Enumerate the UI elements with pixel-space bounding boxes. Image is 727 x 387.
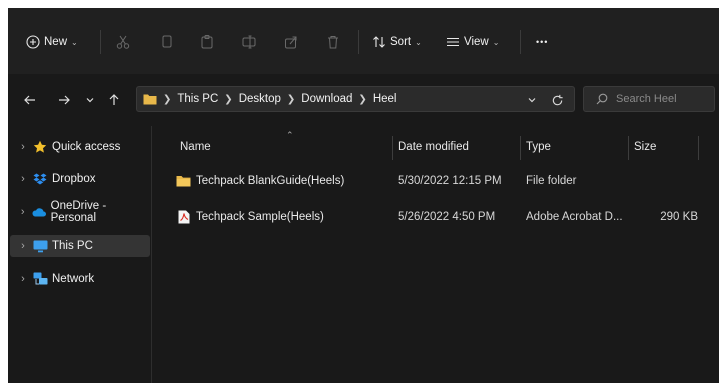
star-icon bbox=[32, 140, 48, 154]
breadcrumb-separator-icon: ❯ bbox=[358, 93, 367, 105]
plus-circle-icon bbox=[26, 35, 40, 49]
breadcrumb-separator-icon: ❯ bbox=[224, 93, 233, 105]
column-divider[interactable] bbox=[392, 136, 393, 160]
navigation-bar: ❯ This PC ❯ Desktop ❯ Download ❯ Heel bbox=[8, 82, 719, 118]
address-history-chevron-icon[interactable] bbox=[527, 95, 537, 105]
sidebar-item-dropbox[interactable]: › Dropbox bbox=[10, 168, 150, 190]
back-button[interactable] bbox=[20, 90, 40, 110]
file-row[interactable]: Techpack Sample(Heels) 5/26/2022 4:50 PM… bbox=[166, 205, 714, 229]
column-header-size[interactable]: Size bbox=[634, 134, 694, 160]
chevron-down-icon: ⌄ bbox=[492, 37, 500, 47]
sidebar-item-network[interactable]: › Network bbox=[10, 268, 150, 290]
breadcrumb-separator-icon: ❯ bbox=[286, 93, 296, 105]
file-date-modified: 5/26/2022 4:50 PM bbox=[398, 211, 496, 223]
file-size bbox=[646, 169, 698, 193]
search-input[interactable] bbox=[616, 93, 706, 105]
file-explorer-window: New ⌄ Sort ⌄ View ⌄ ••• ❯ This PC ❯ Desk… bbox=[8, 8, 719, 383]
breadcrumb-this-pc[interactable]: This PC bbox=[177, 93, 218, 105]
rename-icon[interactable] bbox=[240, 33, 258, 51]
column-divider[interactable] bbox=[698, 136, 699, 160]
address-bar[interactable]: ❯ This PC ❯ Desktop ❯ Download ❯ Heel bbox=[136, 86, 575, 112]
sidebar-item-label: Dropbox bbox=[52, 173, 96, 185]
share-icon[interactable] bbox=[282, 33, 300, 51]
expand-chevron-icon[interactable]: › bbox=[16, 141, 30, 153]
column-header-name[interactable]: Name bbox=[180, 134, 390, 160]
toolbar-divider bbox=[100, 30, 101, 54]
file-name: Techpack BlankGuide(Heels) bbox=[196, 175, 345, 187]
chevron-down-icon: ⌄ bbox=[415, 37, 422, 47]
file-list: Name ⌃ Date modified Type Size Techpack … bbox=[158, 126, 719, 383]
search-box[interactable] bbox=[583, 86, 715, 112]
column-divider[interactable] bbox=[520, 136, 521, 160]
breadcrumb-separator-icon: ❯ bbox=[163, 93, 172, 105]
file-date-modified: 5/30/2022 12:15 PM bbox=[398, 175, 502, 187]
file-row[interactable]: Techpack BlankGuide(Heels) 5/30/2022 12:… bbox=[166, 169, 714, 193]
view-lines-icon bbox=[447, 37, 459, 47]
network-icon bbox=[32, 272, 48, 286]
up-button[interactable] bbox=[104, 90, 124, 110]
column-divider[interactable] bbox=[628, 136, 629, 160]
expand-chevron-icon[interactable]: › bbox=[16, 173, 30, 185]
column-header-label: Name bbox=[180, 141, 211, 153]
view-button-label: View bbox=[464, 36, 489, 48]
paste-icon[interactable] bbox=[198, 33, 216, 51]
sort-button[interactable]: Sort ⌄ bbox=[372, 32, 422, 52]
toolbar-divider bbox=[520, 30, 521, 54]
sort-button-label: Sort bbox=[390, 36, 412, 48]
file-type: Adobe Acrobat D... bbox=[526, 211, 623, 223]
sidebar-item-label: OneDrive - Personal bbox=[50, 200, 107, 224]
arrow-right-icon bbox=[59, 95, 70, 105]
cloud-icon bbox=[31, 205, 47, 219]
sidebar-item-label: Quick access bbox=[52, 141, 121, 153]
sidebar-item-quick-access[interactable]: › Quick access bbox=[10, 136, 150, 158]
file-size: 290 KB bbox=[660, 211, 698, 223]
toolbar-divider bbox=[358, 30, 359, 54]
pdf-icon bbox=[178, 205, 190, 229]
breadcrumb-heel[interactable]: Heel bbox=[373, 93, 397, 105]
folder-icon bbox=[143, 94, 157, 105]
chevron-down-icon bbox=[86, 98, 94, 103]
navigation-pane: › Quick access › Dropbox › OneDrive - Pe… bbox=[8, 126, 152, 383]
expand-chevron-icon[interactable]: › bbox=[16, 240, 30, 252]
refresh-icon[interactable] bbox=[551, 94, 564, 107]
copy-icon[interactable] bbox=[158, 33, 176, 51]
address-bar-actions bbox=[527, 87, 574, 113]
file-name: Techpack Sample(Heels) bbox=[196, 211, 324, 223]
breadcrumb-desktop[interactable]: Desktop bbox=[239, 93, 281, 105]
cut-icon[interactable] bbox=[114, 33, 132, 51]
sort-icon bbox=[373, 36, 385, 48]
breadcrumb-download[interactable]: Download bbox=[301, 93, 352, 105]
view-button[interactable]: View ⌄ bbox=[446, 32, 499, 52]
monitor-icon bbox=[32, 239, 48, 253]
column-header-label: Type bbox=[526, 141, 551, 153]
more-options-button[interactable]: ••• bbox=[536, 32, 548, 52]
delete-icon[interactable] bbox=[324, 33, 342, 51]
column-header-label: Date modified bbox=[398, 141, 469, 153]
chevron-down-icon: ⌄ bbox=[71, 37, 78, 47]
sort-ascending-indicator-icon: ⌃ bbox=[286, 130, 294, 140]
arrow-up-icon bbox=[109, 94, 119, 105]
column-header-date-modified[interactable]: Date modified bbox=[398, 134, 518, 160]
folder-icon bbox=[176, 169, 191, 193]
new-button-label: New bbox=[44, 36, 68, 48]
forward-button[interactable] bbox=[54, 90, 74, 110]
column-header-type[interactable]: Type bbox=[526, 134, 626, 160]
expand-chevron-icon[interactable]: › bbox=[16, 206, 29, 218]
arrow-left-icon bbox=[24, 95, 35, 105]
command-bar: New ⌄ Sort ⌄ View ⌄ ••• bbox=[8, 8, 719, 74]
sidebar-item-label: This PC bbox=[52, 240, 93, 252]
sidebar-item-onedrive[interactable]: › OneDrive - Personal bbox=[10, 200, 150, 224]
dropbox-icon bbox=[32, 172, 48, 186]
more-options-label: ••• bbox=[536, 37, 549, 47]
new-button[interactable]: New ⌄ bbox=[26, 32, 78, 52]
sidebar-item-label: Network bbox=[52, 273, 95, 285]
sidebar-item-this-pc[interactable]: › This PC bbox=[10, 235, 150, 257]
recent-locations-button[interactable] bbox=[80, 90, 100, 110]
search-icon bbox=[596, 93, 608, 105]
file-type: File folder bbox=[526, 175, 577, 187]
column-header-label: Size bbox=[634, 141, 657, 153]
expand-chevron-icon[interactable]: › bbox=[16, 273, 30, 285]
